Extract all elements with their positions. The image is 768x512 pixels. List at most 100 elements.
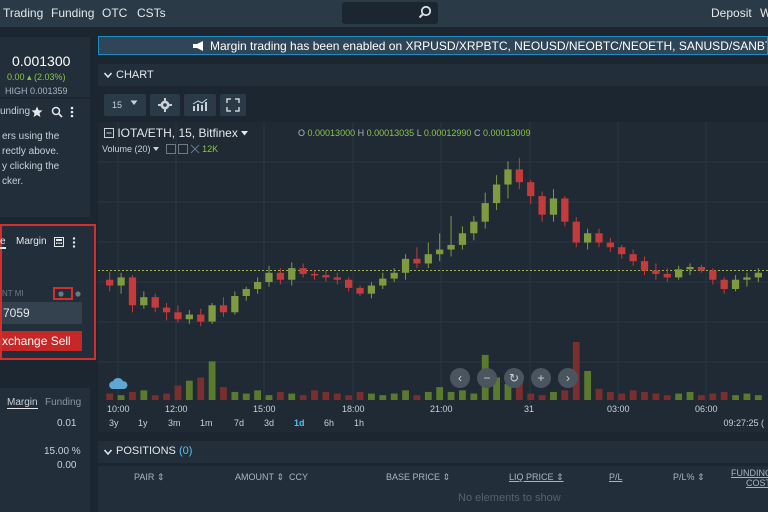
- exchange-sell-button[interactable]: xchange Sell: [2, 331, 82, 351]
- candle-body: [629, 254, 637, 262]
- candle-body: [413, 258, 421, 264]
- amount-input[interactable]: 7059: [2, 302, 82, 324]
- candle-body: [322, 275, 330, 278]
- price-change: 0.00 ▴ (2.03%): [7, 72, 66, 82]
- volume-bar: [686, 391, 694, 400]
- ohlc-readout: O 0.00013000 H 0.00013035 L 0.00012990 C…: [298, 128, 531, 138]
- range-3y[interactable]: 3y: [109, 418, 119, 428]
- star-icon[interactable]: [31, 106, 43, 118]
- time-tick: 21:00: [430, 404, 453, 414]
- tab-margin[interactable]: Margin: [7, 397, 38, 409]
- volume-bar: [709, 393, 717, 400]
- range-7d[interactable]: 7d: [234, 418, 244, 428]
- chart-symbol[interactable]: IOTA/ETH, 15, Bitfinex: [117, 126, 237, 140]
- zoom-out-button[interactable]: −: [477, 368, 497, 388]
- chart-section-header[interactable]: CHART: [98, 64, 768, 86]
- volume-label[interactable]: Volume (20): [102, 144, 151, 154]
- col-liq-price[interactable]: LIQ PRICE ⇕: [509, 472, 564, 483]
- candle-body: [606, 242, 615, 248]
- volume-bar: [698, 395, 705, 400]
- search-input[interactable]: [342, 2, 438, 24]
- collapse-icon[interactable]: [104, 128, 114, 138]
- interval-select[interactable]: 15: [104, 94, 146, 116]
- candle-body: [652, 270, 660, 274]
- more-icon[interactable]: [70, 106, 74, 118]
- range-1m[interactable]: 1m: [200, 418, 213, 428]
- dot-icon: [75, 291, 81, 297]
- reset-button[interactable]: ↻: [504, 368, 524, 388]
- scroll-right-button[interactable]: ›: [558, 368, 578, 388]
- candlestick-chart[interactable]: [98, 122, 768, 404]
- search-icon[interactable]: [51, 106, 63, 118]
- candle-body: [481, 203, 489, 222]
- caret-down-icon[interactable]: [241, 131, 249, 136]
- volume-bar: [459, 390, 466, 400]
- candle-body: [151, 297, 159, 308]
- col-pair[interactable]: PAIR ⇕: [134, 472, 164, 483]
- candle-body: [288, 268, 296, 280]
- candle-body: [538, 196, 546, 215]
- col-amount[interactable]: AMOUNT ⇕: [235, 472, 284, 483]
- col-pl-percent[interactable]: P/L% ⇕: [673, 472, 705, 483]
- nav-csts[interactable]: CSTs: [137, 6, 166, 20]
- time-tick: 03:00: [607, 404, 630, 414]
- candle-body: [379, 278, 387, 286]
- calculator-icon[interactable]: [54, 237, 64, 247]
- range-1h[interactable]: 1h: [354, 418, 364, 428]
- fullscreen-button[interactable]: [220, 94, 246, 116]
- volume-bar: [197, 377, 205, 400]
- tab-funding[interactable]: unding: [0, 106, 30, 117]
- scroll-left-button[interactable]: ‹: [450, 368, 470, 388]
- study-controls-icon[interactable]: [165, 144, 200, 154]
- volume-bar: [641, 391, 648, 400]
- tab-exchange[interactable]: e: [0, 236, 6, 249]
- range-1d[interactable]: 1d: [294, 418, 305, 428]
- range-3m[interactable]: 3m: [168, 418, 181, 428]
- candle-body: [185, 314, 193, 320]
- margin-info-panel: Margin Funding 0.01 15.00 % 0.00: [0, 388, 90, 512]
- candle-body: [675, 269, 683, 278]
- volume-bar: [413, 395, 421, 400]
- volume-bar: [470, 393, 478, 400]
- time-tick: 15:00: [253, 404, 276, 414]
- nav-deposit[interactable]: Deposit: [711, 6, 752, 20]
- search-icon[interactable]: [418, 5, 432, 19]
- indicators-button[interactable]: [184, 94, 216, 116]
- nav-trading[interactable]: Trading: [3, 6, 43, 20]
- nav-funding[interactable]: Funding: [51, 6, 94, 20]
- range-selector: 3y 1y 3m 1m 7d 3d 1d 6h 1h 09:27:25 (: [98, 418, 768, 432]
- volume-bar: [720, 391, 728, 400]
- candle-body: [743, 277, 751, 280]
- col-funding-cost[interactable]: FUNDING COST: [731, 468, 768, 488]
- chart-panel[interactable]: IOTA/ETH, 15, Bitfinex O 0.00013000 H 0.…: [98, 122, 768, 432]
- volume-bar: [140, 390, 148, 400]
- caret-down-icon: [130, 100, 138, 105]
- positions-header[interactable]: POSITIONS (0): [98, 441, 768, 463]
- zoom-in-button[interactable]: +: [531, 368, 551, 388]
- chart-toolbar: 15: [98, 90, 768, 120]
- chevron-down-icon[interactable]: [104, 448, 112, 456]
- gear-icon: [158, 98, 172, 112]
- nav-otc[interactable]: OTC: [102, 6, 127, 20]
- range-1y[interactable]: 1y: [138, 418, 148, 428]
- nav-w[interactable]: W: [760, 6, 768, 20]
- col-pl[interactable]: P/L: [609, 472, 623, 482]
- range-6h[interactable]: 6h: [324, 418, 334, 428]
- candle-body: [401, 258, 410, 273]
- volume-bar: [584, 371, 592, 400]
- volume-bar: [151, 395, 159, 400]
- range-3d[interactable]: 3d: [264, 418, 274, 428]
- settings-button[interactable]: [150, 94, 180, 116]
- col-base-price[interactable]: BASE PRICE ⇕: [386, 472, 450, 483]
- chevron-down-icon[interactable]: [104, 71, 112, 79]
- candle-body: [117, 277, 125, 286]
- caret-down-icon[interactable]: [153, 147, 160, 151]
- tab-margin[interactable]: Margin: [16, 236, 47, 247]
- col-ccy: CCY: [289, 472, 309, 482]
- max-toggle[interactable]: [53, 287, 73, 300]
- tab-funding[interactable]: Funding: [45, 397, 81, 408]
- time-tick: 31: [524, 404, 535, 414]
- candle-body: [436, 249, 444, 255]
- more-icon[interactable]: [72, 237, 76, 248]
- volume-value: 12K: [202, 144, 219, 154]
